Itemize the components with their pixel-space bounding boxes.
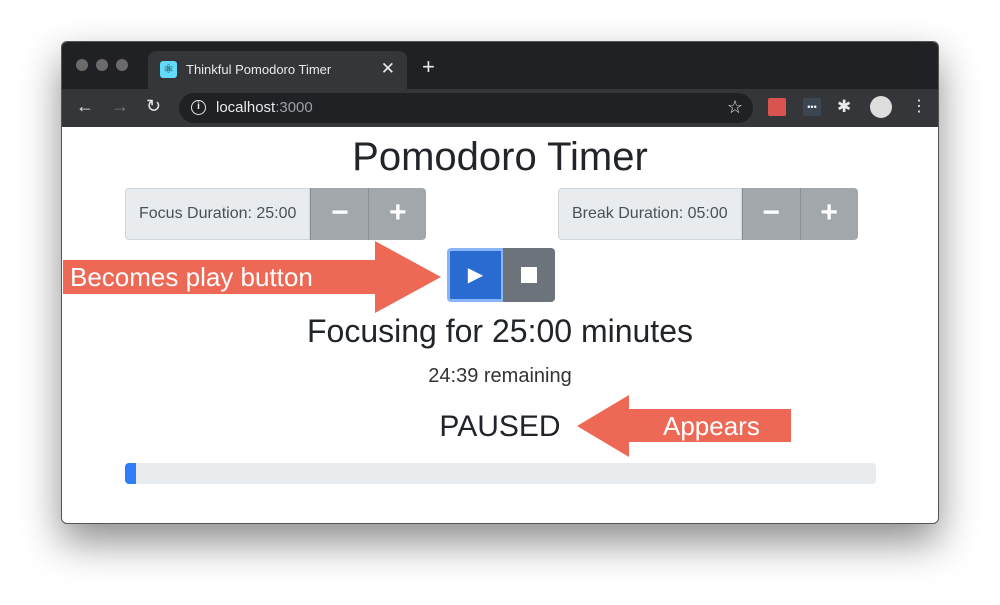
close-window-button[interactable] [76,59,88,71]
decrease-break-button[interactable]: − [741,188,800,240]
paused-status: PAUSED [439,410,561,443]
focus-duration-label: Focus Duration: 25:00 [125,188,311,240]
tab-title: Thinkful Pomodoro Timer [186,62,332,77]
time-remaining: 24:39 remaining [428,365,572,387]
browser-tab[interactable]: ⚛ Thinkful Pomodoro Timer ✕ [148,51,407,89]
tab-bar: ⚛ Thinkful Pomodoro Timer ✕ + [62,42,938,89]
url-port: :3000 [275,99,313,116]
increase-break-button[interactable]: + [799,188,858,240]
puzzle-icon[interactable]: ✱ [837,97,851,117]
react-devtools-icon[interactable] [768,98,786,116]
url-host: localhost [216,99,276,116]
increase-focus-button[interactable]: + [368,188,427,240]
profile-icon[interactable] [870,96,892,118]
page-content: Pomodoro Timer Focus Duration: 25:00 − +… [62,127,938,523]
maximize-window-button[interactable] [116,59,128,71]
minimize-window-button[interactable] [96,59,108,71]
reload-icon[interactable]: ↻ [146,96,161,117]
focus-duration-group: Focus Duration: 25:00 − + [125,188,427,240]
play-button[interactable]: ▶ [447,248,504,302]
address-bar[interactable]: i localhost:3000 ☆ [179,93,753,123]
page-title: Pomodoro Timer [352,135,648,179]
break-duration-label: Break Duration: 05:00 [558,188,742,240]
progress-fill [125,463,136,484]
break-duration-group: Break Duration: 05:00 − + [558,188,858,240]
browser-toolbar: ← → ↻ i localhost:3000 ☆ ••• ✱ ⋮ [62,89,938,127]
stop-icon [521,267,537,283]
close-tab-icon[interactable]: ✕ [381,59,395,79]
annotation-right-text: Appears [663,411,760,441]
star-icon[interactable]: ☆ [727,97,743,118]
password-extension-icon[interactable]: ••• [803,98,821,116]
menu-icon[interactable]: ⋮ [911,96,927,116]
session-title: Focusing for 25:00 minutes [307,313,693,349]
progress-bar [125,463,876,484]
play-icon: ▶ [467,264,484,286]
stop-button[interactable] [503,248,555,302]
back-icon[interactable]: ← [76,96,94,117]
new-tab-icon[interactable]: + [422,54,435,80]
annotation-left-text: Becomes play button [70,262,313,292]
react-icon: ⚛ [160,61,177,78]
info-icon[interactable]: i [191,100,206,115]
decrease-focus-button[interactable]: − [310,188,369,240]
forward-icon[interactable]: → [111,96,129,117]
